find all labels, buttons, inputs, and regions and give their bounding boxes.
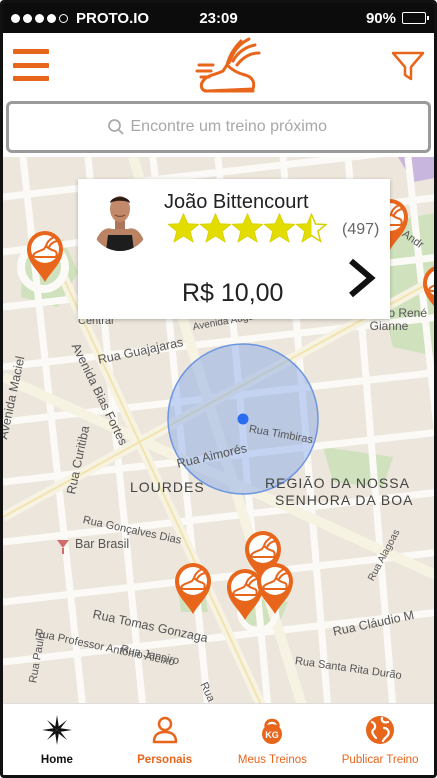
signal-indicator: PROTO.IO bbox=[11, 10, 177, 27]
tab-home[interactable]: Home bbox=[3, 704, 111, 775]
district-label: REGIÃO DA NOSSA bbox=[265, 475, 410, 491]
trainer-avatar bbox=[90, 189, 150, 251]
poi-label: Bar Brasil bbox=[75, 537, 130, 551]
trainer-card[interactable]: João Bittencourt (497) R$ 10,00 bbox=[78, 179, 390, 319]
star-icon bbox=[264, 213, 295, 243]
trainer-pin-icon[interactable] bbox=[25, 229, 65, 283]
funnel-icon[interactable] bbox=[390, 49, 426, 83]
search-icon bbox=[107, 119, 124, 135]
battery-percent: 90% bbox=[365, 9, 396, 27]
price-label: R$ 10,00 bbox=[182, 279, 284, 307]
star-icon bbox=[168, 213, 199, 243]
signal-dot bbox=[35, 13, 44, 23]
chevron-right-icon[interactable] bbox=[346, 257, 376, 299]
battery-icon bbox=[402, 12, 429, 24]
star-icon bbox=[232, 213, 263, 243]
search-input[interactable] bbox=[130, 118, 331, 136]
app-header bbox=[3, 33, 434, 101]
tab-meus-treinos[interactable]: KG Meus Treinos bbox=[219, 704, 327, 775]
search-box[interactable] bbox=[6, 101, 431, 153]
district-label: LOURDES bbox=[130, 479, 205, 495]
signal-dot bbox=[59, 13, 68, 23]
tab-label: Personais bbox=[137, 754, 193, 766]
trainer-pin-icon[interactable] bbox=[173, 561, 213, 615]
carrier-name: PROTO.IO bbox=[76, 9, 150, 27]
trainer-name: João Bittencourt bbox=[164, 191, 309, 213]
hamburger-icon[interactable] bbox=[13, 49, 49, 81]
rating-stars bbox=[168, 213, 327, 244]
pin-graphic bbox=[423, 266, 434, 307]
person-icon bbox=[152, 716, 177, 744]
winged-shoe-icon bbox=[195, 37, 261, 93]
rating-count: (497) bbox=[342, 221, 380, 238]
globe-icon bbox=[366, 716, 395, 744]
tab-label: Publicar Treino bbox=[341, 754, 419, 766]
app-screen: PROTO.IO 23:09 90% Encontre um treino pr… bbox=[0, 0, 437, 778]
tab-label: Meus Treinos bbox=[237, 754, 307, 766]
pin-graphic bbox=[257, 563, 293, 614]
trainer-pin-icon[interactable] bbox=[255, 561, 295, 615]
star-icon bbox=[200, 213, 231, 243]
tab-label: Home bbox=[40, 754, 73, 766]
tab-publicar-treino[interactable]: Publicar Treino bbox=[326, 704, 434, 775]
signal-dot bbox=[47, 13, 56, 23]
status-bar: PROTO.IO 23:09 90% bbox=[3, 3, 434, 33]
district-label: SENHORA DA BOA bbox=[275, 492, 414, 508]
trainer-pin-icon[interactable] bbox=[421, 263, 434, 317]
bottom-tab-bar: Home Personais KG Meus Treinos Publicar … bbox=[3, 703, 434, 775]
svg-text:KG: KG bbox=[266, 730, 280, 740]
compass-icon bbox=[41, 715, 72, 745]
signal-dot bbox=[11, 13, 20, 23]
kettlebell-icon: KG bbox=[262, 718, 283, 744]
search-bar bbox=[3, 101, 434, 157]
signal-dot bbox=[23, 13, 32, 23]
tab-personais[interactable]: Personais bbox=[111, 704, 219, 775]
pin-graphic bbox=[175, 563, 211, 614]
star-icon bbox=[296, 213, 327, 243]
clock: 23:09 bbox=[199, 9, 238, 27]
pin-graphic bbox=[27, 231, 63, 282]
